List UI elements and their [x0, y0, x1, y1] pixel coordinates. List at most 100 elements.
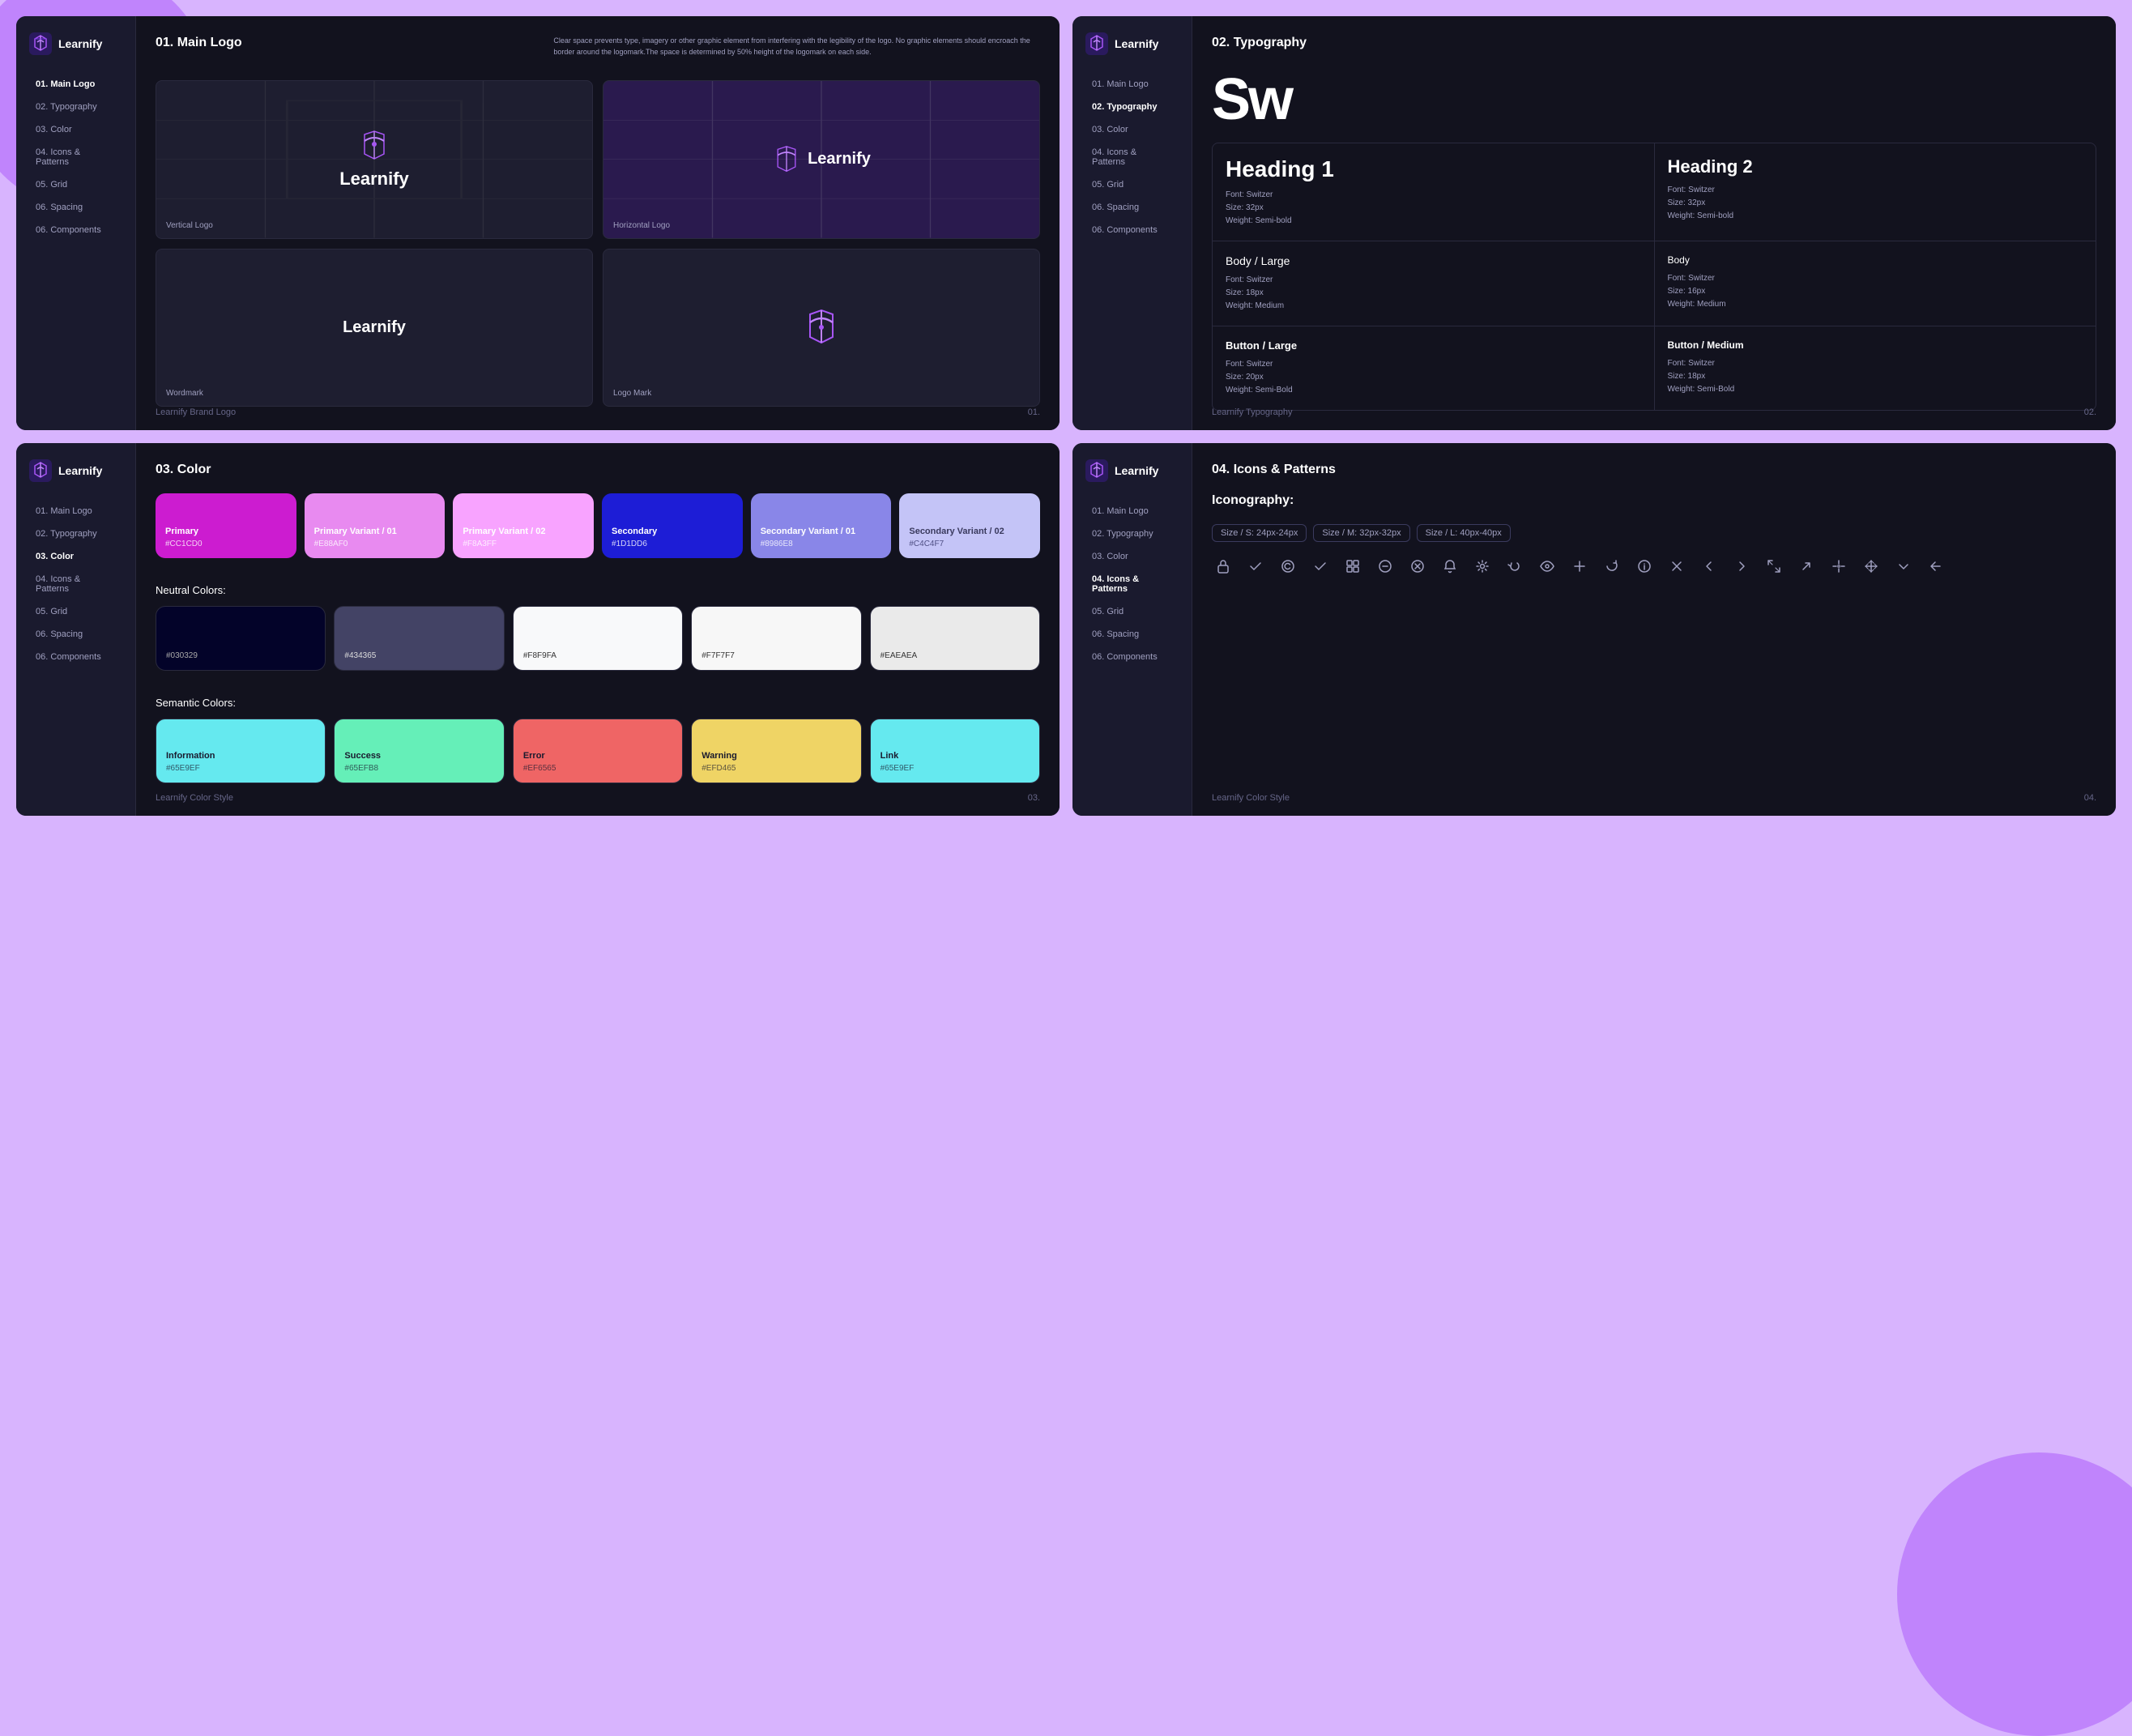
typo-heading2-text: Heading 2: [1668, 156, 2083, 177]
semantic-color-row: Information #65E9EF Success #65EFB8 Erro…: [156, 719, 1040, 783]
color-sidebar-spacing[interactable]: 06. Spacing: [29, 625, 122, 644]
neutral-mid-hex: #434365: [344, 651, 493, 660]
sidebar-item-color[interactable]: 03. Color: [29, 120, 122, 139]
color-sidebar-main-logo[interactable]: 01. Main Logo: [29, 501, 122, 521]
main-grid: Learnify 01. Main Logo 02. Typography 03…: [16, 16, 2116, 816]
iconography-label: Iconography:: [1212, 493, 2096, 508]
semantic-error-label: Error: [523, 751, 672, 761]
primary-color-card: Primary #CC1CD0: [156, 493, 296, 558]
typo-button-large-font: Font: Switzer: [1226, 358, 1641, 371]
typo-sidebar-icons[interactable]: 04. Icons & Patterns: [1085, 143, 1179, 172]
plus-icon: [1568, 555, 1591, 578]
typo-body-font: Font: Switzer: [1668, 272, 2083, 285]
wordmark-card: Learnify Wordmark: [156, 249, 593, 407]
icons-sidebar-icons[interactable]: 04. Icons & Patterns: [1085, 569, 1179, 599]
logo-grid: Learnify Vertical Logo: [156, 80, 1040, 407]
neutral-colors-title: Neutral Colors:: [156, 584, 1040, 596]
color-section-title: 03. Color: [156, 463, 1040, 477]
icons-sidebar-logo-text: Learnify: [1115, 464, 1158, 477]
typo-cell-body-large: Body / Large Font: Switzer Size: 18px We…: [1213, 241, 1654, 326]
icons-logo: Learnify: [1085, 459, 1179, 482]
color-sidebar-components[interactable]: 06. Components: [29, 647, 122, 667]
icons-sidebar-typography[interactable]: 02. Typography: [1085, 524, 1179, 544]
typo-sidebar-color[interactable]: 03. Color: [1085, 120, 1179, 139]
typo-sidebar-main-logo[interactable]: 01. Main Logo: [1085, 75, 1179, 94]
sidebar-item-grid[interactable]: 05. Grid: [29, 175, 122, 194]
icons-section-title: 04. Icons & Patterns: [1212, 463, 2096, 477]
bell-icon: [1439, 555, 1461, 578]
sparkle-icon: [1827, 555, 1850, 578]
sidebar-item-spacing[interactable]: 06. Spacing: [29, 198, 122, 217]
primary-v01-hex: #E88AF0: [314, 540, 436, 548]
icons-sidebar-spacing[interactable]: 06. Spacing: [1085, 625, 1179, 644]
typo-button-medium-text: Button / Medium: [1668, 339, 2083, 351]
color-sidebar-icons[interactable]: 04. Icons & Patterns: [29, 569, 122, 599]
typo-logo-icon: [1085, 32, 1108, 55]
checkmark-icon: [1309, 555, 1332, 578]
logo-hint-text: Clear space prevents type, imagery or ot…: [553, 36, 1040, 58]
sidebar-item-icons[interactable]: 04. Icons & Patterns: [29, 143, 122, 172]
learnify-logo-icon: [29, 32, 52, 55]
arrow-left-icon: [1925, 555, 1947, 578]
semantic-info-label: Information: [166, 751, 315, 761]
wordmark-label: Wordmark: [166, 389, 203, 398]
icon-size-medium: Size / M: 32px-32px: [1313, 524, 1409, 542]
semantic-error-hex: #EF6565: [523, 764, 672, 773]
semantic-link-hex: #65E9EF: [881, 764, 1030, 773]
sidebar-logo-text: Learnify: [58, 37, 102, 50]
icons-sidebar-main-logo[interactable]: 01. Main Logo: [1085, 501, 1179, 521]
typo-section-title: 02. Typography: [1212, 36, 2096, 50]
semantic-warning-hex: #EFD465: [701, 764, 851, 773]
sidebar-item-main-logo[interactable]: 01. Main Logo: [29, 75, 122, 94]
icon-size-small: Size / S: 24px-24px: [1212, 524, 1307, 542]
settings-icon: [1471, 555, 1494, 578]
typo-sidebar-typography[interactable]: 02. Typography: [1085, 97, 1179, 117]
neutral-light2-card: #F7F7F7: [691, 606, 861, 671]
copyright-icon: [1277, 555, 1299, 578]
wordmark-text: Learnify: [343, 318, 406, 337]
typo-heading1-text: Heading 1: [1226, 156, 1641, 182]
typo-cell-body: Body Font: Switzer Size: 16px Weight: Me…: [1655, 241, 2096, 326]
logo-section-title: 01. Main Logo: [156, 36, 242, 50]
secondary-v01-hex: #8986E8: [761, 540, 882, 548]
sidebar-item-typography[interactable]: 02. Typography: [29, 97, 122, 117]
typo-sidebar-grid[interactable]: 05. Grid: [1085, 175, 1179, 194]
color-sidebar-typography[interactable]: 02. Typography: [29, 524, 122, 544]
color-sidebar-color[interactable]: 03. Color: [29, 547, 122, 566]
typo-heading1-size: Size: 32px: [1226, 202, 1641, 215]
secondary-variant01-card: Secondary Variant / 01 #8986E8: [751, 493, 892, 558]
secondary-variant02-card: Secondary Variant / 02 #C4C4F7: [899, 493, 1040, 558]
icons-sidebar-grid[interactable]: 05. Grid: [1085, 602, 1179, 621]
typo-heading2-font: Font: Switzer: [1668, 184, 2083, 197]
icons-sidebar-color[interactable]: 03. Color: [1085, 547, 1179, 566]
typo-button-medium-weight: Weight: Semi-Bold: [1668, 383, 2083, 396]
chevron-left-icon: [1698, 555, 1721, 578]
icons-sidebar-components[interactable]: 06. Components: [1085, 647, 1179, 667]
primary-v02-hex: #F8A3FF: [463, 540, 584, 548]
typo-heading1-weight: Weight: Semi-bold: [1226, 215, 1641, 228]
icons-sidebar-nav: 01. Main Logo 02. Typography 03. Color 0…: [1085, 501, 1179, 667]
neutral-mid-card: #434365: [334, 606, 504, 671]
icons-footer-label: Learnify Color Style: [1212, 793, 1290, 803]
typo-sidebar-components[interactable]: 06. Components: [1085, 220, 1179, 240]
check-icon: [1244, 555, 1267, 578]
secondary-label: Secondary: [612, 527, 733, 536]
neutral-lightest-hex: #EAEAEA: [881, 651, 1030, 660]
color-sidebar-grid[interactable]: 05. Grid: [29, 602, 122, 621]
icon-size-badges: Size / S: 24px-24px Size / M: 32px-32px …: [1212, 524, 2096, 542]
typo-button-medium-font: Font: Switzer: [1668, 357, 2083, 370]
refresh-icon: [1601, 555, 1623, 578]
primary-hex: #CC1CD0: [165, 540, 287, 548]
typo-sidebar-nav: 01. Main Logo 02. Typography 03. Color 0…: [1085, 75, 1179, 240]
primary-color-row: Primary #CC1CD0 Primary Variant / 01 #E8…: [156, 493, 1040, 558]
color-logo-icon: [29, 459, 52, 482]
typo-footer-num: 02.: [2084, 407, 2096, 417]
neutral-light1-hex: #F8F9FA: [523, 651, 672, 660]
sidebar-item-components[interactable]: 06. Components: [29, 220, 122, 240]
typo-sidebar-spacing[interactable]: 06. Spacing: [1085, 198, 1179, 217]
neutral-light2-hex: #F7F7F7: [701, 651, 851, 660]
typo-body-large-weight: Weight: Medium: [1226, 300, 1641, 313]
typo-heading1-font: Font: Switzer: [1226, 189, 1641, 202]
semantic-success-hex: #65EFB8: [344, 764, 493, 773]
typo-body-large-font: Font: Switzer: [1226, 274, 1641, 287]
